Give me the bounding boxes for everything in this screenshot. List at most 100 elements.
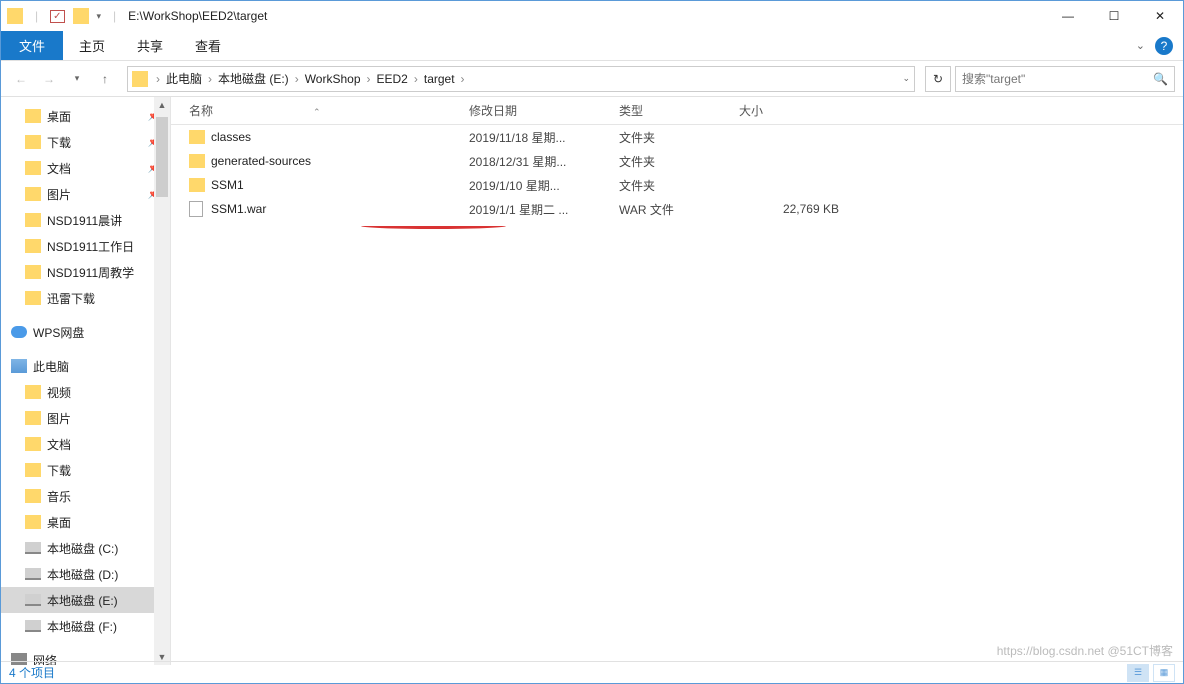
folder-icon	[25, 437, 41, 451]
chevron-right-icon[interactable]: ›	[459, 72, 467, 86]
sidebar-item[interactable]: NSD1911晨讲	[1, 207, 170, 233]
close-button[interactable]: ✕	[1137, 1, 1183, 31]
sidebar-item[interactable]: WPS网盘	[1, 319, 170, 345]
file-name: classes	[211, 130, 469, 144]
sidebar-item[interactable]: 视频	[1, 379, 170, 405]
sidebar-item[interactable]: 本地磁盘 (E:)	[1, 587, 170, 613]
sidebar-scrollbar[interactable]: ▲ ▼	[154, 97, 170, 665]
nav-row: ← → ▾ ↑ › 此电脑 › 本地磁盘 (E:) › WorkShop › E…	[1, 61, 1183, 97]
sidebar-item[interactable]: NSD1911周教学	[1, 259, 170, 285]
folder-icon	[25, 489, 41, 503]
maximize-button[interactable]: ☐	[1091, 1, 1137, 31]
search-icon[interactable]: 🔍	[1153, 72, 1168, 86]
view-thumbnails-button[interactable]: ▦	[1153, 664, 1175, 682]
address-bar[interactable]: › 此电脑 › 本地磁盘 (E:) › WorkShop › EED2 › ta…	[127, 66, 915, 92]
chevron-right-icon[interactable]: ›	[412, 72, 420, 86]
file-icon	[189, 201, 203, 217]
sidebar-item-label: 本地磁盘 (C:)	[47, 540, 118, 557]
address-folder-icon	[132, 71, 148, 87]
sidebar-item-label: NSD1911周教学	[47, 264, 134, 281]
folder-icon	[25, 135, 41, 149]
sidebar-item[interactable]: 音乐	[1, 483, 170, 509]
app-folder-icon	[7, 8, 23, 24]
file-list: classes2019/11/18 星期...文件夹generated-sour…	[171, 125, 1183, 665]
file-row[interactable]: classes2019/11/18 星期...文件夹	[171, 125, 1183, 149]
ribbon-tabs: 文件 主页 共享 查看 ⌄ ?	[1, 31, 1183, 61]
sidebar-item[interactable]: 文档📌	[1, 155, 170, 181]
qat-properties-icon[interactable]: ✓	[50, 10, 64, 23]
tab-file[interactable]: 文件	[1, 31, 63, 60]
sidebar-item-label: 本地磁盘 (E:)	[47, 592, 118, 609]
sidebar-item[interactable]: 此电脑	[1, 353, 170, 379]
sidebar-item[interactable]: 桌面📌	[1, 103, 170, 129]
minimize-button[interactable]: —	[1045, 1, 1091, 31]
ribbon-collapse-icon[interactable]: ⌄	[1136, 39, 1145, 52]
help-button[interactable]: ?	[1155, 37, 1173, 55]
sidebar-item[interactable]: 文档	[1, 431, 170, 457]
breadcrumb-item[interactable]: WorkShop	[301, 72, 365, 86]
sidebar-item[interactable]: 桌面	[1, 509, 170, 535]
sidebar-item-label: 图片	[47, 410, 71, 427]
sidebar-item[interactable]: 图片📌	[1, 181, 170, 207]
breadcrumb-item[interactable]: 此电脑	[162, 70, 206, 87]
col-header-name[interactable]: 名称⌃	[189, 102, 469, 119]
nav-up-button[interactable]: ↑	[93, 67, 117, 91]
file-row[interactable]: generated-sources2018/12/31 星期...文件夹	[171, 149, 1183, 173]
sidebar-item[interactable]: 本地磁盘 (C:)	[1, 535, 170, 561]
folder-icon	[25, 515, 41, 529]
breadcrumb-item[interactable]: target	[420, 72, 459, 86]
tab-home[interactable]: 主页	[63, 31, 121, 60]
file-type: 文件夹	[619, 129, 739, 146]
qat-dropdown-icon[interactable]: ▾	[97, 11, 102, 22]
file-size: 22,769 KB	[739, 202, 839, 216]
qat-folder-icon[interactable]	[73, 8, 89, 24]
sidebar-item[interactable]: 迅雷下载	[1, 285, 170, 311]
file-date: 2018/12/31 星期...	[469, 153, 619, 170]
refresh-button[interactable]: ↻	[925, 66, 951, 92]
sidebar-item-label: 此电脑	[33, 358, 69, 375]
chevron-right-icon[interactable]: ›	[293, 72, 301, 86]
file-type: WAR 文件	[619, 201, 739, 218]
sidebar-item[interactable]: 本地磁盘 (D:)	[1, 561, 170, 587]
search-box[interactable]: 🔍	[955, 66, 1175, 92]
tab-share[interactable]: 共享	[121, 31, 179, 60]
file-type: 文件夹	[619, 153, 739, 170]
address-dropdown-icon[interactable]: ⌄	[902, 73, 910, 84]
drive-icon	[25, 568, 41, 580]
file-name: SSM1	[211, 178, 469, 192]
file-name: generated-sources	[211, 154, 469, 168]
chevron-right-icon[interactable]: ›	[365, 72, 373, 86]
col-header-type[interactable]: 类型	[619, 102, 739, 119]
scroll-up-icon[interactable]: ▲	[154, 97, 170, 113]
file-row[interactable]: SSM1.war2019/1/1 星期二 ...WAR 文件22,769 KB	[171, 197, 1183, 221]
file-row[interactable]: SSM12019/1/10 星期...文件夹	[171, 173, 1183, 197]
sidebar-item[interactable]: 图片	[1, 405, 170, 431]
address-root-chevron[interactable]: ›	[154, 72, 162, 86]
sidebar-item[interactable]: NSD1911工作日	[1, 233, 170, 259]
annotation-underline	[361, 223, 506, 229]
col-header-size[interactable]: 大小	[739, 102, 839, 119]
sidebar-item[interactable]: 本地磁盘 (F:)	[1, 613, 170, 639]
folder-icon	[25, 411, 41, 425]
scroll-thumb[interactable]	[156, 117, 168, 197]
drive-icon	[25, 542, 41, 554]
nav-back-button[interactable]: ←	[9, 67, 33, 91]
breadcrumb-item[interactable]: 本地磁盘 (E:)	[214, 70, 293, 87]
sidebar-item-label: NSD1911工作日	[47, 238, 134, 255]
sidebar-item[interactable]: 下载	[1, 457, 170, 483]
chevron-right-icon[interactable]: ›	[206, 72, 214, 86]
col-header-date[interactable]: 修改日期	[469, 102, 619, 119]
breadcrumb-item[interactable]: EED2	[373, 72, 412, 86]
view-details-button[interactable]: ☰	[1127, 664, 1149, 682]
sidebar-item-label: 音乐	[47, 488, 71, 505]
folder-icon	[25, 161, 41, 175]
nav-forward-button[interactable]: →	[37, 67, 61, 91]
drive-icon	[25, 594, 41, 606]
sidebar-item[interactable]: 下载📌	[1, 129, 170, 155]
sidebar-item-label: 下载	[47, 134, 71, 151]
tab-view[interactable]: 查看	[179, 31, 237, 60]
search-input[interactable]	[962, 72, 1153, 86]
titlebar: | ✓ ▾ | E:\WorkShop\EED2\target — ☐ ✕	[1, 1, 1183, 31]
nav-history-dropdown[interactable]: ▾	[65, 67, 89, 91]
sidebar-item-label: 下载	[47, 462, 71, 479]
